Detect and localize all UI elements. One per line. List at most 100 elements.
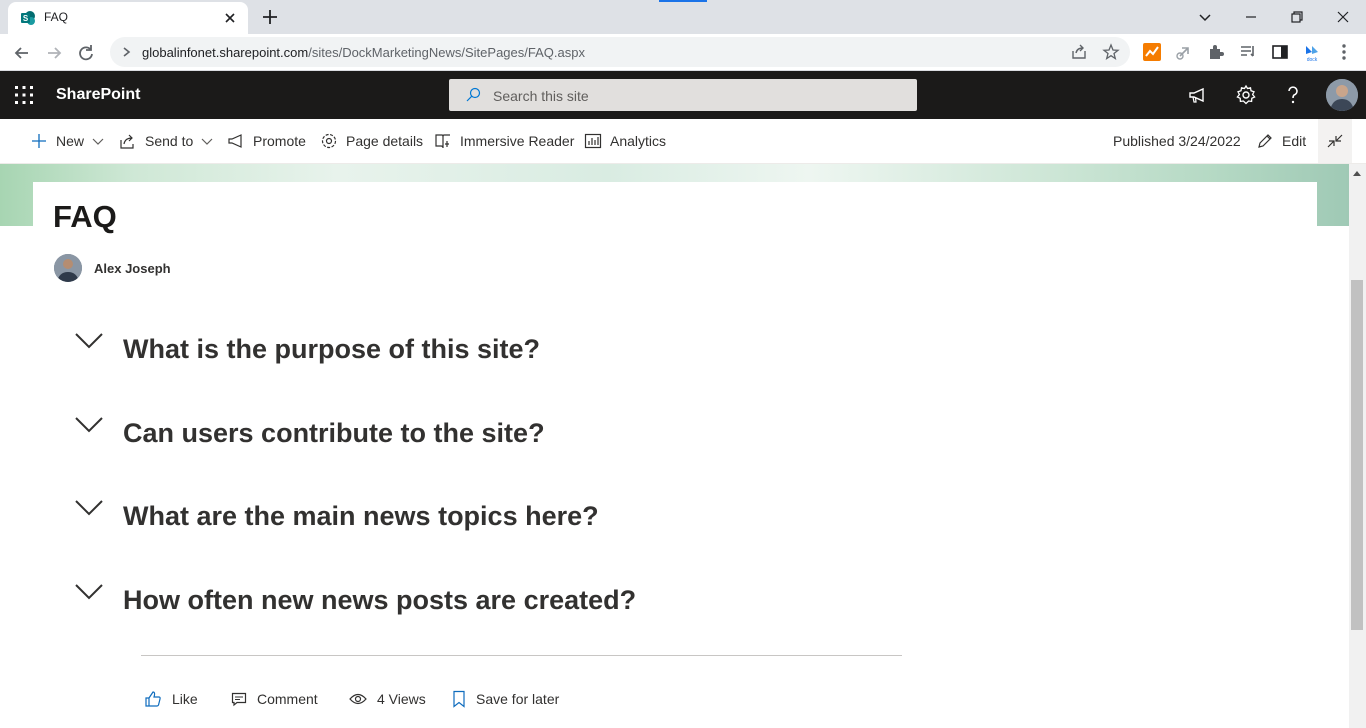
svg-text:dock: dock (1307, 57, 1318, 62)
scrollbar-thumb[interactable] (1351, 280, 1363, 630)
chevron-down-icon[interactable] (74, 414, 104, 436)
address-bar[interactable]: globalinfonet.sharepoint.com/sites/DockM… (110, 37, 1130, 67)
faq-item[interactable]: What are the main news topics here? (74, 497, 694, 541)
pencil-icon (1258, 134, 1272, 148)
views-label: 4 Views (377, 691, 426, 707)
send-to-button[interactable]: Send to (119, 131, 213, 151)
promote-label: Promote (253, 133, 306, 149)
chevron-down-icon[interactable] (74, 497, 104, 519)
author-avatar-image (54, 254, 82, 282)
reading-list-icon[interactable] (1238, 42, 1258, 62)
analytics-icon (584, 133, 602, 149)
megaphone-icon (228, 134, 242, 148)
like-label: Like (172, 691, 198, 707)
plus-icon (32, 134, 46, 148)
dock-profile-icon[interactable]: dock (1302, 42, 1322, 62)
forward-arrow-icon[interactable] (40, 39, 68, 67)
faq-question[interactable]: What are the main news topics here? (123, 501, 599, 532)
gear-icon (321, 133, 337, 149)
back-arrow-icon[interactable] (8, 39, 36, 67)
app-launcher-icon[interactable] (14, 85, 34, 105)
published-date: Published 3/24/2022 (1113, 133, 1241, 149)
save-for-later-button[interactable]: Save for later (452, 689, 559, 709)
site-search-box[interactable]: Search this site (449, 79, 917, 111)
site-info-icon[interactable] (120, 45, 134, 59)
comment-button[interactable]: Comment (231, 689, 318, 709)
immersive-reader-button[interactable]: Immersive Reader (434, 131, 574, 151)
eye-icon (349, 693, 367, 705)
browser-tab[interactable]: S FAQ (8, 2, 248, 34)
sharepoint-brand[interactable]: SharePoint (56, 86, 140, 104)
user-avatar-image (1326, 79, 1358, 111)
chevron-down-icon (201, 138, 213, 145)
author-avatar[interactable] (54, 254, 82, 282)
side-panel-icon[interactable] (1270, 42, 1290, 62)
page-command-bar: New Send to Promote Page details Immersi… (0, 119, 1366, 164)
collapse-icon (1327, 134, 1343, 148)
bookmark-star-icon[interactable] (1102, 43, 1120, 61)
send-to-label: Send to (145, 133, 194, 149)
user-avatar[interactable] (1326, 79, 1358, 111)
chevron-down-icon (92, 138, 104, 145)
immersive-reader-icon (435, 134, 450, 149)
like-button[interactable]: Like (144, 689, 198, 709)
search-icon (466, 87, 481, 102)
share-arrow-icon (120, 134, 134, 149)
analytics-extension-icon[interactable] (1142, 42, 1162, 62)
scroll-up-arrow-icon[interactable] (1352, 169, 1362, 177)
browser-toolbar: globalinfonet.sharepoint.com/sites/DockM… (0, 34, 1366, 71)
help-icon[interactable] (1282, 84, 1304, 106)
author-name[interactable]: Alex Joseph (94, 261, 171, 276)
sharepoint-favicon-icon: S (21, 11, 35, 25)
analytics-button[interactable]: Analytics (584, 131, 666, 151)
page-details-button[interactable]: Page details (320, 131, 423, 151)
new-label: New (56, 133, 85, 149)
megaphone-icon[interactable] (1187, 84, 1209, 106)
comment-label: Comment (257, 691, 318, 707)
new-tab-icon[interactable] (258, 6, 282, 28)
promote-button[interactable]: Promote (227, 131, 306, 151)
views-count: 4 Views (349, 689, 426, 709)
bookmark-icon (453, 690, 465, 708)
settings-gear-icon[interactable] (1235, 84, 1257, 106)
sharepoint-suite-bar: SharePoint Search this site (0, 71, 1366, 119)
browser-menu-icon[interactable] (1334, 42, 1354, 62)
title-area (33, 182, 1317, 232)
faq-item[interactable]: Can users contribute to the site? (74, 414, 694, 458)
tab-title: FAQ (44, 10, 69, 24)
content-divider (141, 655, 902, 656)
link-extension-icon[interactable] (1174, 42, 1194, 62)
close-window-icon[interactable] (1330, 4, 1356, 30)
save-label: Save for later (476, 691, 560, 707)
faq-question[interactable]: How often new news posts are created? (123, 585, 636, 616)
chevron-down-icon[interactable] (74, 581, 104, 603)
share-icon[interactable] (1070, 43, 1088, 61)
chevron-down-icon[interactable] (74, 330, 104, 352)
page-title: FAQ (53, 199, 117, 234)
page-scrollbar[interactable] (1349, 164, 1366, 728)
comment-icon (231, 692, 247, 707)
tab-indicator (659, 0, 707, 2)
svg-text:S: S (23, 14, 29, 23)
close-tab-icon[interactable] (220, 8, 240, 28)
faq-question[interactable]: Can users contribute to the site? (123, 418, 545, 449)
faq-item[interactable]: What is the purpose of this site? (74, 330, 694, 374)
url-text[interactable]: globalinfonet.sharepoint.com/sites/DockM… (142, 45, 585, 60)
faq-item[interactable]: How often new news posts are created? (74, 581, 694, 625)
analytics-label: Analytics (610, 133, 667, 149)
edit-button[interactable]: Edit (1256, 131, 1306, 151)
reload-icon[interactable] (72, 39, 100, 67)
faq-question[interactable]: What is the purpose of this site? (123, 334, 540, 365)
minimize-icon[interactable] (1238, 4, 1264, 30)
browser-tab-strip: S FAQ (0, 0, 1366, 34)
immersive-reader-label: Immersive Reader (460, 133, 575, 149)
new-button[interactable]: New (30, 131, 104, 151)
collapse-header-button[interactable] (1318, 119, 1352, 163)
edit-label: Edit (1282, 133, 1307, 149)
extensions-puzzle-icon[interactable] (1206, 42, 1226, 62)
tab-search-icon[interactable] (1192, 4, 1218, 30)
like-thumb-icon (145, 691, 161, 707)
search-placeholder: Search this site (493, 88, 589, 104)
restore-icon[interactable] (1284, 4, 1310, 30)
page-details-label: Page details (346, 133, 424, 149)
